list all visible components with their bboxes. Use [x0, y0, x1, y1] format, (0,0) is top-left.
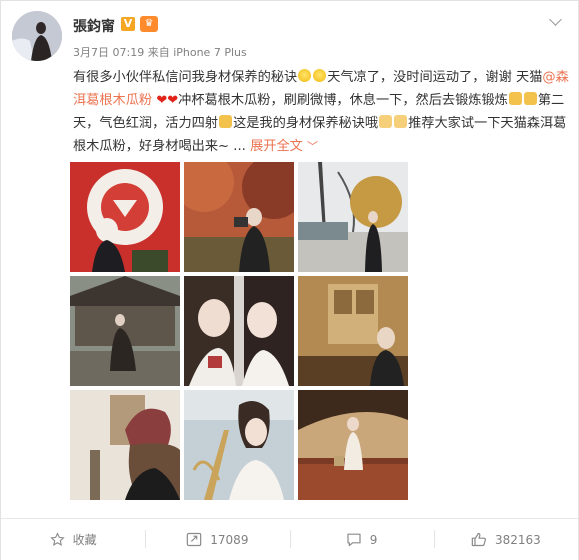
- sweat-smile-emoji-icon: [313, 69, 327, 82]
- muscle-emoji-icon: [219, 115, 233, 128]
- post-meta: 3月7日 07:19 来自 iPhone 7 Plus: [73, 44, 247, 60]
- expand-full-text-link[interactable]: 展开全文 ﹀: [250, 139, 318, 154]
- comment-icon: [347, 533, 361, 547]
- like-button[interactable]: 382163: [433, 519, 578, 560]
- sweat-smile-emoji-icon: [298, 69, 312, 82]
- expand-label: 展开全文: [250, 139, 303, 154]
- thumbs-up-icon: [471, 532, 486, 547]
- muscle-emoji-icon: [523, 92, 537, 105]
- post-source: 来自 iPhone 7 Plus: [147, 46, 247, 59]
- photo-1[interactable]: [70, 162, 180, 272]
- action-bar: 收藏 17089 9 382163: [1, 518, 578, 560]
- post-text-seg6: 这是我的身材保养秘诀哦: [233, 116, 379, 131]
- chevron-down-icon: ﹀: [307, 140, 319, 153]
- favorite-label: 收藏: [72, 533, 97, 547]
- post-text-seg4: 锻炼: [481, 93, 508, 108]
- photo-9[interactable]: [298, 390, 408, 500]
- repost-icon: [187, 532, 202, 547]
- chevron-down-icon[interactable]: [549, 13, 562, 26]
- repost-button[interactable]: 17089: [145, 519, 289, 560]
- verified-badge-icon: V: [121, 17, 135, 31]
- repost-count: 17089: [210, 532, 249, 547]
- member-crown-icon: ♛: [140, 16, 158, 32]
- photo-3[interactable]: [298, 162, 408, 272]
- comment-button[interactable]: 9: [289, 519, 434, 560]
- photo-2[interactable]: [184, 162, 294, 272]
- post-time[interactable]: 3月7日 07:19: [73, 46, 144, 59]
- post-text-seg1: 有很多小伙伴私信问我身材保养的秘诀: [73, 70, 298, 85]
- post-text: 有很多小伙伴私信问我身材保养的秘诀 天气凉了，没时间运动了，谢谢 天猫@森洱葛根木…: [73, 66, 571, 158]
- photo-grid: [70, 162, 410, 500]
- photo-6[interactable]: [298, 276, 408, 386]
- like-count: 382163: [494, 532, 541, 547]
- weibo-post-card: 張鈞甯 V ♛ 3月7日 07:19 来自 iPhone 7 Plus 有很多小…: [0, 0, 579, 560]
- photo-4[interactable]: [70, 276, 180, 386]
- heart-emoji-icon: ❤: [167, 93, 179, 108]
- post-text-seg2: 天气凉了，没时间运动了，谢谢 天猫: [327, 70, 543, 85]
- photo-5[interactable]: [184, 276, 294, 386]
- avatar[interactable]: [12, 11, 62, 61]
- heart-emoji-icon: ❤: [156, 93, 168, 108]
- photo-7[interactable]: [70, 390, 180, 500]
- favorite-button[interactable]: 收藏: [1, 519, 145, 560]
- muscle-emoji-icon: [508, 92, 522, 105]
- photo-8[interactable]: [184, 390, 294, 500]
- victory-hand-emoji-icon: [394, 115, 408, 128]
- author-name[interactable]: 張鈞甯: [73, 16, 115, 36]
- post-text-seg3: 冲杯葛根木瓜粉，刷刷微博，休息一下，然后去锻炼: [178, 93, 482, 108]
- comment-count: 9: [369, 532, 378, 547]
- victory-hand-emoji-icon: [379, 115, 393, 128]
- star-icon: [49, 532, 65, 546]
